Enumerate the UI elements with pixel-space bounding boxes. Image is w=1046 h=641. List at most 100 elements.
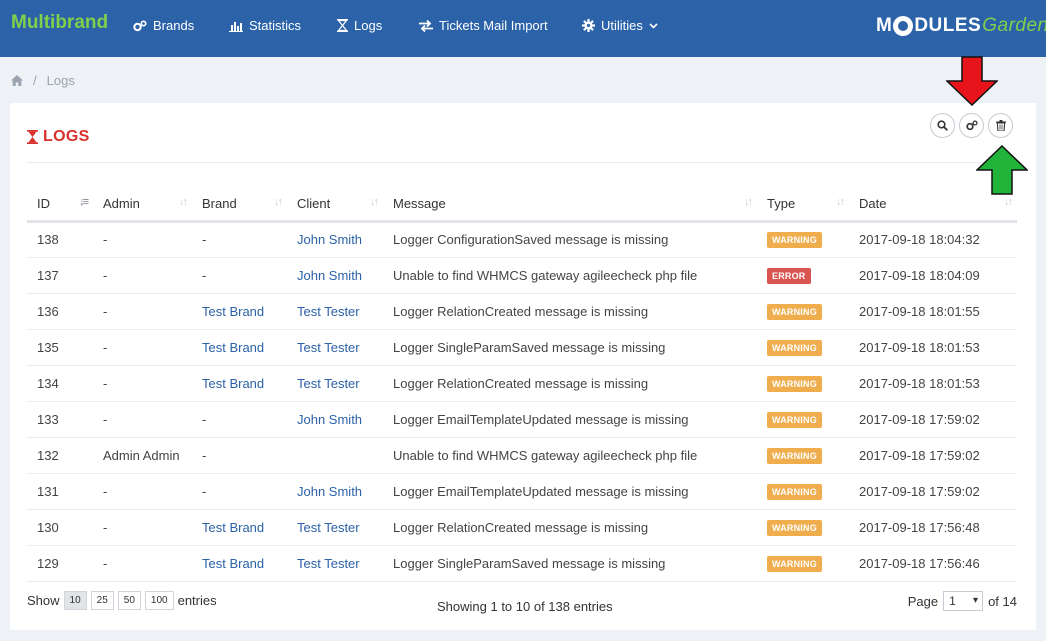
cell-client[interactable]: John Smith bbox=[287, 473, 383, 510]
cell-type: WARNING bbox=[757, 437, 849, 474]
table-info: Showing 1 to 10 of 138 entries bbox=[437, 599, 613, 614]
cell-brand[interactable]: Test Brand bbox=[192, 365, 287, 402]
breadcrumb-current: Logs bbox=[46, 73, 75, 88]
search-button[interactable] bbox=[930, 113, 955, 138]
cell-message: Logger SingleParamSaved message is missi… bbox=[383, 545, 757, 582]
search-icon bbox=[937, 120, 948, 131]
cell-message: Logger EmailTemplateUpdated message is m… bbox=[383, 473, 757, 510]
cell-client[interactable]: Test Tester bbox=[287, 365, 383, 402]
delete-button[interactable] bbox=[988, 113, 1013, 138]
cell-type: WARNING bbox=[757, 545, 849, 582]
cell-date: 2017-09-18 18:04:09 bbox=[849, 257, 1017, 294]
settings-button[interactable] bbox=[959, 113, 984, 138]
cell-admin: Admin Admin bbox=[93, 437, 192, 474]
page-select[interactable]: 1 bbox=[943, 591, 984, 611]
cell-date: 2017-09-18 17:56:48 bbox=[849, 509, 1017, 546]
nav-brands[interactable]: Brands bbox=[133, 18, 194, 33]
table-row: 134- Test Brand Test Tester Logger Relation… bbox=[27, 365, 1017, 402]
page-title-text: LOGS bbox=[43, 128, 90, 145]
nav-utilities-label: Utilities bbox=[601, 18, 643, 33]
cell-type: WARNING bbox=[757, 473, 849, 510]
warning-badge: WARNING bbox=[767, 519, 822, 536]
nav-statistics[interactable]: Statistics bbox=[229, 18, 301, 33]
warning-badge: WARNING bbox=[767, 483, 822, 500]
hourglass-icon bbox=[27, 130, 38, 144]
table-row: 132 Admin Admin - Unable to find WHMCS gate… bbox=[27, 437, 1017, 474]
cell-client[interactable]: Test Tester bbox=[287, 329, 383, 366]
cell-client[interactable]: Test Tester bbox=[287, 509, 383, 546]
logo-text-m: M bbox=[876, 15, 893, 36]
page-length-50-button[interactable]: 50 bbox=[117, 591, 141, 610]
error-badge: ERROR bbox=[767, 267, 811, 284]
column-header-admin[interactable]: Admin ↓↑ bbox=[93, 187, 192, 223]
column-header-type[interactable]: Type ↓↑ bbox=[757, 187, 849, 223]
top-navbar: Multibrand Brands Statistics Logs Ticket… bbox=[0, 0, 1046, 57]
warning-badge: WARNING bbox=[767, 232, 822, 248]
table-header-row: ID ↓≡ Admin ↓↑ Brand ↓↑ Client ↓↑ Message ↓↑ … bbox=[27, 187, 1017, 223]
title-divider bbox=[27, 162, 1017, 163]
warning-badge: WARNING bbox=[767, 447, 822, 464]
cell-client[interactable]: John Smith bbox=[287, 221, 383, 258]
cell-client[interactable]: Test Tester bbox=[287, 545, 383, 582]
cell-brand: - bbox=[192, 437, 287, 474]
cell-client[interactable]: John Smith bbox=[287, 401, 383, 438]
column-header-brand[interactable]: Brand ↓↑ bbox=[192, 187, 287, 223]
page-label: Page bbox=[907, 593, 939, 609]
trash-icon bbox=[995, 120, 1006, 131]
column-header-date-label: Date bbox=[859, 195, 887, 211]
cell-brand[interactable]: Test Brand bbox=[192, 329, 287, 366]
nav-logs[interactable]: Logs bbox=[337, 18, 382, 33]
column-header-message[interactable]: Message ↓↑ bbox=[383, 187, 757, 223]
table-row: 136- Test Brand Test Tester Logger Relation… bbox=[27, 293, 1017, 330]
cell-admin: - bbox=[93, 401, 192, 438]
warning-badge: WARNING bbox=[767, 555, 822, 572]
cell-client[interactable]: John Smith bbox=[287, 257, 383, 294]
app-title[interactable]: Multibrand bbox=[11, 12, 108, 34]
cell-id: 134 bbox=[27, 365, 93, 402]
cell-date: 2017-09-18 17:59:02 bbox=[849, 437, 1017, 474]
cell-admin: - bbox=[93, 221, 192, 258]
cell-brand[interactable]: Test Brand bbox=[192, 509, 287, 546]
cogs-icon bbox=[133, 19, 147, 31]
column-header-client[interactable]: Client ↓↑ bbox=[287, 187, 383, 223]
nav-tickets-mail-import[interactable]: Tickets Mail Import bbox=[419, 18, 548, 33]
nav-utilities[interactable]: Utilities bbox=[582, 18, 658, 33]
bar-chart-icon bbox=[229, 21, 243, 32]
home-icon[interactable] bbox=[11, 75, 23, 86]
cell-client[interactable]: Test Tester bbox=[287, 293, 383, 330]
warning-badge: WARNING bbox=[767, 303, 822, 320]
cell-id: 131 bbox=[27, 473, 93, 510]
cell-type: WARNING bbox=[757, 401, 849, 438]
sort-icon: ↓↑ bbox=[179, 196, 188, 208]
page-length-100-button[interactable]: 100 bbox=[144, 591, 174, 610]
pagination: Page 1 of 14 bbox=[908, 591, 1017, 611]
logs-table: ID ↓≡ Admin ↓↑ Brand ↓↑ Client ↓↑ Message ↓↑ … bbox=[27, 187, 1017, 582]
cell-type: WARNING bbox=[757, 509, 849, 546]
page-total: of 14 bbox=[988, 593, 1017, 609]
column-header-brand-label: Brand bbox=[202, 195, 237, 211]
page-length-25-button[interactable]: 25 bbox=[90, 591, 114, 610]
sort-icon: ↓↑ bbox=[370, 196, 379, 208]
sort-icon: ↓↑ bbox=[744, 196, 753, 208]
logo-o-mark bbox=[893, 16, 914, 36]
cell-admin: - bbox=[93, 545, 192, 582]
cell-id: 130 bbox=[27, 509, 93, 546]
cell-id: 137 bbox=[27, 257, 93, 294]
cell-id: 132 bbox=[27, 437, 93, 474]
table-row: 131- - John Smith Logger EmailTemplateUpdat… bbox=[27, 473, 1017, 510]
cell-brand[interactable]: Test Brand bbox=[192, 293, 287, 330]
cell-message: Logger RelationCreated message is missin… bbox=[383, 509, 757, 546]
column-header-id[interactable]: ID ↓≡ bbox=[27, 187, 93, 223]
sort-icon: ↓↑ bbox=[836, 196, 845, 208]
page-length-10-button[interactable]: 10 bbox=[63, 591, 87, 610]
logo-text-garden: Garden bbox=[982, 15, 1046, 36]
cell-type: WARNING bbox=[757, 293, 849, 330]
sort-icon: ↓↑ bbox=[1004, 196, 1013, 208]
sort-icon: ↓↑ bbox=[274, 196, 283, 208]
table-row: 135- Test Brand Test Tester Logger SinglePa… bbox=[27, 329, 1017, 366]
cell-type: WARNING bbox=[757, 221, 849, 258]
red-arrow-annotation bbox=[946, 56, 998, 106]
cell-admin: - bbox=[93, 329, 192, 366]
modulesgarden-logo[interactable]: M DULES Garden bbox=[876, 10, 1046, 42]
cell-brand[interactable]: Test Brand bbox=[192, 545, 287, 582]
